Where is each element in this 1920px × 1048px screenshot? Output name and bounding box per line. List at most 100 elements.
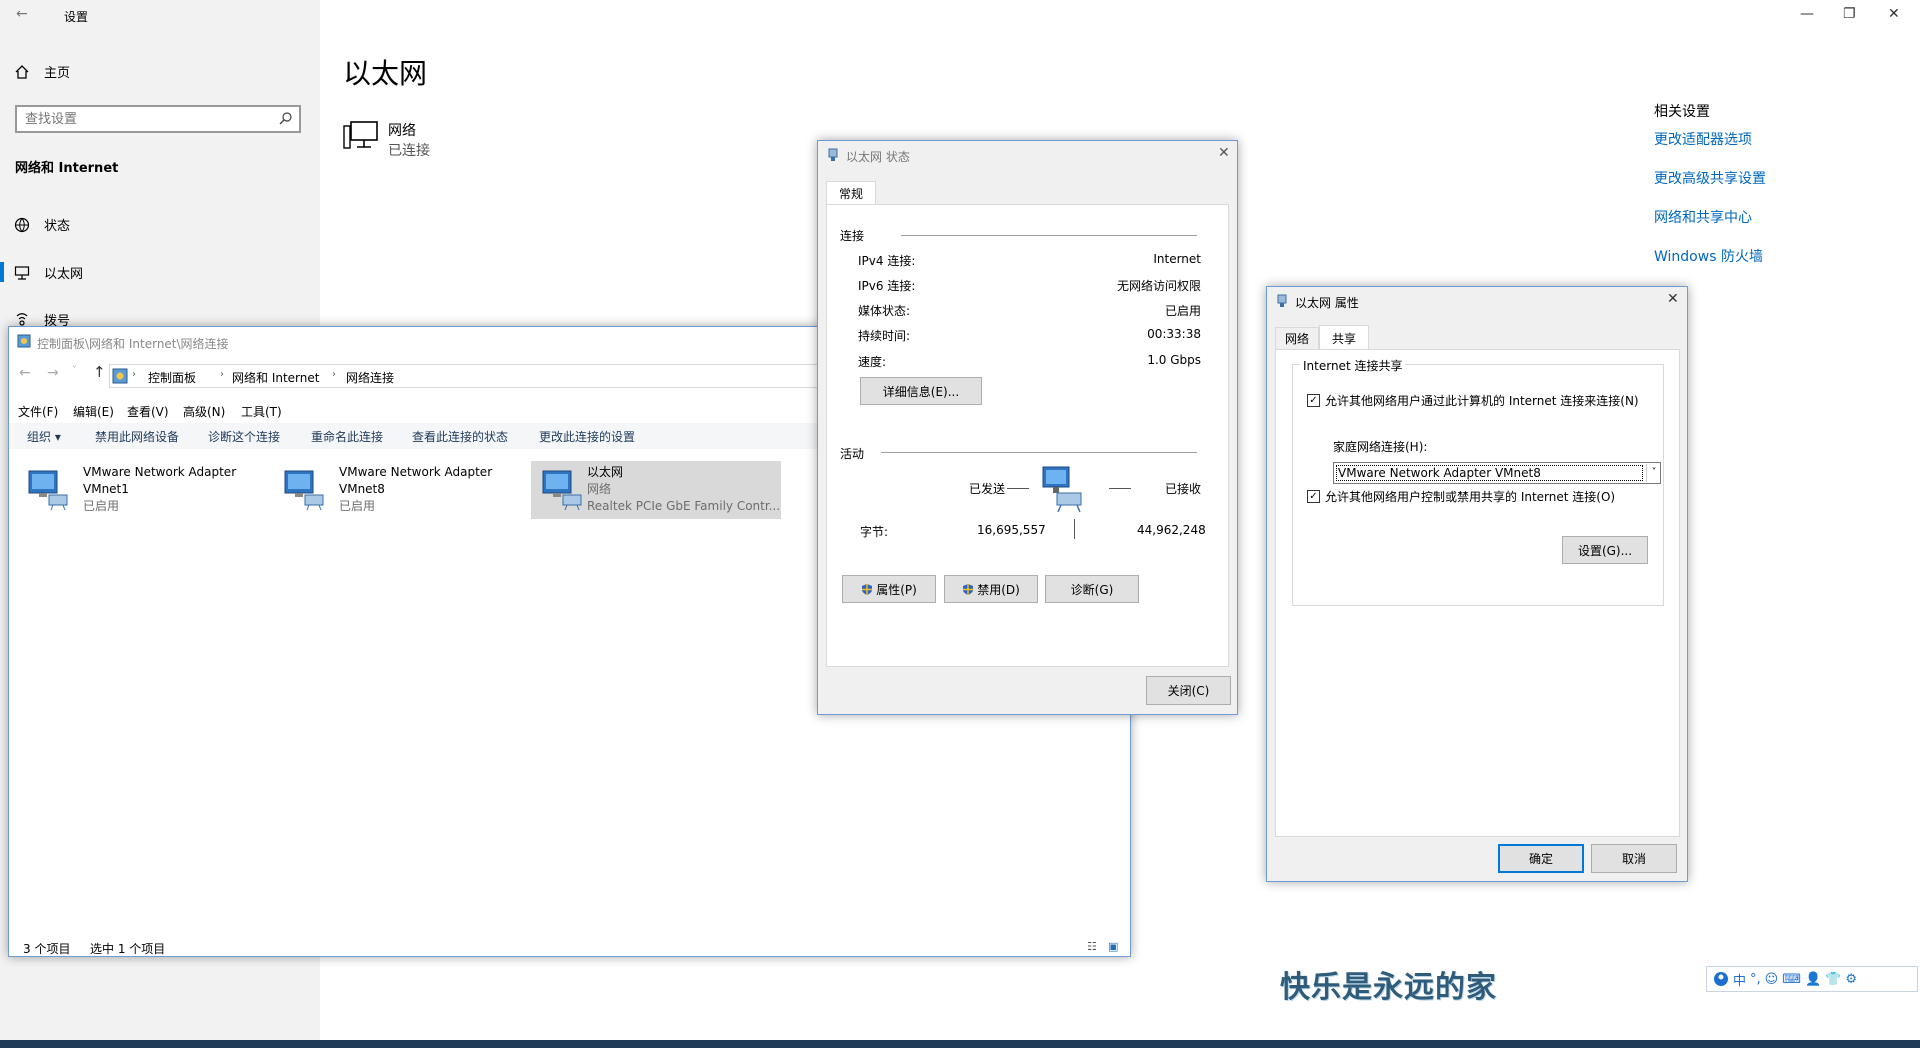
- minimize-icon[interactable]: —: [1800, 6, 1814, 22]
- allow-control-checkbox[interactable]: ✓: [1307, 490, 1320, 503]
- network-connection-status: 已连接: [388, 143, 430, 159]
- cmd-rename[interactable]: 重命名此连接: [311, 428, 383, 445]
- menu-view[interactable]: 查看(V): [127, 403, 169, 420]
- menu-advanced[interactable]: 高级(N): [183, 403, 225, 420]
- adapter-vmnet8[interactable]: VMware Network Adapter VMnet8 已启用: [273, 461, 533, 519]
- chevron-right-icon: ›: [132, 369, 136, 380]
- adapter-name-line2: VMnet8: [339, 482, 385, 496]
- ethernet-connector-icon: [1277, 294, 1287, 308]
- connection-section-header: 连接: [840, 229, 865, 243]
- network-adapter-icon: [541, 467, 585, 511]
- home-connection-select[interactable]: VMware Network Adapter VMnet8 ˅: [1333, 462, 1661, 484]
- nav-item-label: 以太网: [44, 267, 84, 282]
- back-arrow-icon[interactable]: ←: [16, 6, 28, 22]
- ime-toolbar[interactable]: 中 °, ☺ ⌨ 👤 👕 ⚙: [1706, 966, 1918, 992]
- page-title: 以太网: [343, 57, 428, 90]
- related-settings-title: 相关设置: [1654, 104, 1710, 120]
- taskbar[interactable]: [0, 1040, 1920, 1048]
- breadcrumb-control-panel[interactable]: 控制面板: [148, 369, 196, 386]
- disable-button[interactable]: 禁用(D): [944, 575, 1038, 603]
- ime-mode[interactable]: 中: [1733, 970, 1746, 989]
- link-advanced-sharing[interactable]: 更改高级共享设置: [1654, 168, 1766, 188]
- adapter-ethernet[interactable]: 以太网 网络 Realtek PCIe GbE Family Contr...: [531, 461, 781, 519]
- tab-sharing[interactable]: 共享: [1319, 325, 1369, 350]
- home-connection-label: 家庭网络连接(H):: [1333, 440, 1428, 454]
- breadcrumb-network-internet[interactable]: 网络和 Internet: [232, 369, 319, 386]
- adapter-label: 以太网 网络 Realtek PCIe GbE Family Contr...: [587, 464, 780, 515]
- ime-logo-icon: [1713, 971, 1729, 987]
- chevron-down-icon[interactable]: ˅: [1646, 464, 1661, 482]
- divider: [1007, 488, 1029, 489]
- nav-home[interactable]: 主页: [14, 62, 70, 81]
- nav-item-ethernet[interactable]: 以太网: [14, 263, 83, 282]
- cmd-change-settings[interactable]: 更改此连接的设置: [539, 428, 635, 445]
- settings-window-title: 设置: [64, 10, 89, 24]
- close-icon[interactable]: ✕: [1667, 291, 1679, 307]
- breadcrumb-network-connections[interactable]: 网络连接: [346, 369, 394, 386]
- up-icon[interactable]: ↑: [93, 363, 106, 381]
- ok-button[interactable]: 确定: [1498, 844, 1584, 873]
- nav-item-label: 状态: [44, 219, 71, 234]
- recent-dropdown-icon[interactable]: ˅: [72, 365, 77, 376]
- network-adapter-icon: [27, 467, 71, 511]
- nav-selection-indicator: [0, 262, 4, 282]
- home-connection-value: VMware Network Adapter VMnet8: [1338, 466, 1541, 480]
- network-name[interactable]: 网络: [388, 120, 416, 140]
- allow-share-label: 允许其他网络用户通过此计算机的 Internet 连接来连接(N): [1325, 394, 1639, 408]
- nav-home-label: 主页: [44, 66, 71, 81]
- cmd-organize[interactable]: 组织 ▾: [27, 428, 61, 445]
- adapter-network: 网络: [587, 482, 612, 496]
- properties-button-label: 属性(P): [876, 582, 917, 597]
- adapter-vmnet1[interactable]: VMware Network Adapter VMnet1 已启用: [17, 461, 277, 519]
- link-change-adapter-options[interactable]: 更改适配器选项: [1654, 129, 1752, 149]
- ime-skin-icon[interactable]: 👕: [1825, 972, 1841, 987]
- cmd-disable-device[interactable]: 禁用此网络设备: [95, 428, 179, 445]
- adapter-name: VMware Network Adapter: [83, 465, 237, 479]
- search-icon[interactable]: [279, 111, 293, 125]
- adapter-status: 已启用: [83, 499, 120, 513]
- ime-punct[interactable]: °,: [1750, 972, 1761, 987]
- close-button[interactable]: 关闭(C): [1146, 676, 1231, 705]
- media-state-value: 已启用: [1164, 304, 1201, 318]
- link-windows-firewall[interactable]: Windows 防火墙: [1654, 246, 1763, 266]
- search-input[interactable]: [17, 107, 273, 131]
- restore-icon[interactable]: ❐: [1843, 6, 1856, 22]
- ime-emoji-icon[interactable]: ☺: [1765, 972, 1779, 987]
- close-icon[interactable]: ✕: [1888, 6, 1900, 22]
- adapter-name-line2: VMnet1: [83, 482, 129, 496]
- sharing-settings-button[interactable]: 设置(G)...: [1562, 536, 1648, 564]
- speed-value: 1.0 Gbps: [1147, 353, 1201, 367]
- tab-general[interactable]: 常规: [826, 181, 876, 205]
- settings-search-box[interactable]: [15, 105, 301, 133]
- menu-file[interactable]: 文件(F): [18, 403, 58, 420]
- ime-settings-icon[interactable]: ⚙: [1845, 972, 1857, 987]
- ime-user-icon[interactable]: 👤: [1805, 972, 1821, 987]
- large-icons-view-icon[interactable]: ▣: [1108, 940, 1118, 953]
- ipv4-label: IPv4 连接:: [858, 254, 916, 268]
- ethernet-status-dialog: 以太网 状态 ✕ 常规 连接 IPv4 连接: Internet IPv6 连接…: [817, 140, 1238, 715]
- ipv6-value: 无网络访问权限: [1116, 279, 1201, 293]
- close-icon[interactable]: ✕: [1218, 145, 1230, 161]
- bytes-label: 字节:: [860, 525, 889, 539]
- duration-label: 持续时间:: [858, 329, 911, 343]
- ipv6-label: IPv6 连接:: [858, 279, 916, 293]
- back-icon[interactable]: ←: [19, 365, 31, 381]
- diagnose-button[interactable]: 诊断(G): [1045, 575, 1139, 603]
- cancel-button[interactable]: 取消: [1591, 844, 1677, 873]
- allow-share-checkbox[interactable]: ✓: [1307, 394, 1320, 407]
- cmd-view-status[interactable]: 查看此连接的状态: [412, 428, 508, 445]
- cmd-diagnose[interactable]: 诊断这个连接: [208, 428, 280, 445]
- properties-button[interactable]: 属性(P): [842, 575, 936, 603]
- divider: [1109, 488, 1131, 489]
- details-button[interactable]: 详细信息(E)...: [860, 377, 982, 405]
- details-view-icon[interactable]: ☷: [1087, 940, 1097, 953]
- tab-network[interactable]: 网络: [1275, 327, 1319, 349]
- forward-icon[interactable]: →: [47, 365, 59, 381]
- menu-tools[interactable]: 工具(T): [241, 403, 282, 420]
- network-monitor-icon: [343, 120, 379, 152]
- menu-edit[interactable]: 编辑(E): [73, 403, 114, 420]
- link-network-sharing-center[interactable]: 网络和共享中心: [1654, 207, 1752, 227]
- nav-item-status[interactable]: 状态: [14, 215, 70, 234]
- ime-keyboard-icon[interactable]: ⌨: [1782, 972, 1801, 987]
- sent-label: 已发送: [969, 482, 1006, 496]
